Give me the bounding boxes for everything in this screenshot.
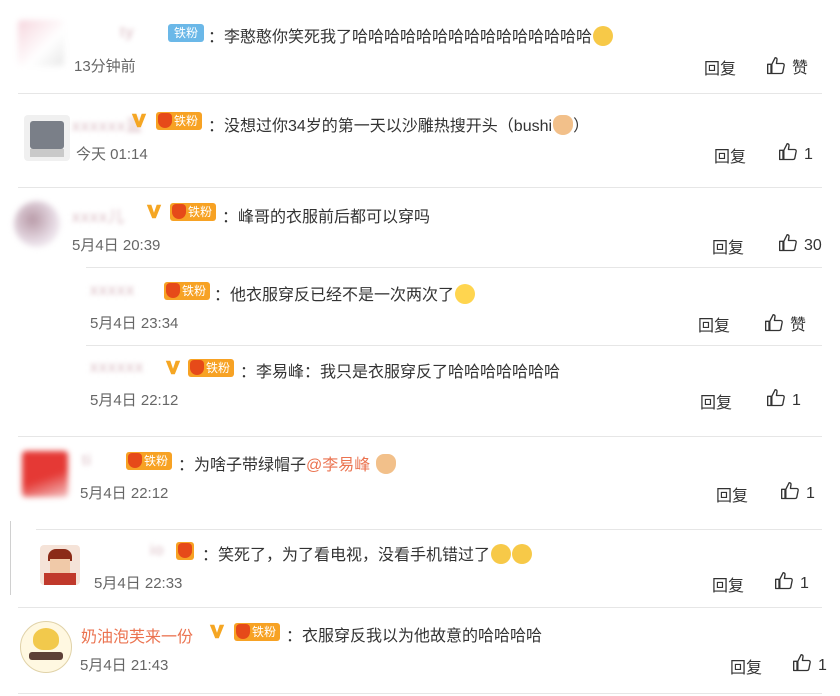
like-button[interactable]: 1 [774, 571, 809, 593]
username[interactable]: io [150, 542, 164, 560]
fan-badge: 铁粉 [126, 452, 173, 470]
username[interactable]: 奶油泡芙来一份 [81, 623, 193, 647]
fan-badge: 铁粉 [168, 24, 205, 42]
reply-button[interactable]: 回复 [716, 482, 748, 506]
v-badge-icon [209, 624, 225, 639]
reply-button[interactable]: 回复 [712, 572, 744, 596]
cat-emoji-icon [553, 115, 574, 135]
avatar[interactable] [20, 621, 72, 673]
like-count: 1 [804, 146, 813, 163]
divider [18, 93, 822, 94]
comment-text: ：李憨憨你笑死我了哈哈哈哈哈哈哈哈哈哈哈哈哈哈哈 [208, 23, 614, 47]
thumbs-up-icon [793, 654, 811, 672]
mention-link[interactable]: @李易峰 [306, 457, 370, 474]
comment-time: 5月4日 21:43 [80, 657, 169, 674]
thumbs-up-icon [781, 482, 799, 500]
comment-item: ty 铁粉 ：李憨憨你笑死我了哈哈哈哈哈哈哈哈哈哈哈哈哈哈哈 13分钟前 回复 … [0, 0, 840, 95]
reply-button[interactable]: 回复 [712, 234, 744, 258]
v-badge-icon [165, 360, 181, 375]
fan-badge: 铁粉 [156, 112, 203, 130]
comment-text: ：李易峰：我只是衣服穿反了哈哈哈哈哈哈哈 [240, 364, 561, 381]
like-count: 赞 [792, 60, 809, 77]
avatar[interactable] [22, 451, 68, 497]
comment-time: 5月4日 22:12 [80, 485, 169, 502]
like-count: 1 [806, 485, 815, 502]
comment-item: xxxx儿 铁粉 ：峰哥的衣服前后都可以穿吗 5月4日 20:39 回复 30 … [0, 187, 840, 437]
fan-badge: 铁粉 [164, 282, 211, 300]
comment-time: 13分钟前 [74, 58, 136, 75]
laugh-cry-emoji-icon [455, 284, 476, 304]
fan-badge: 铁粉 [234, 623, 281, 641]
like-count: 30 [804, 237, 822, 254]
reply-button[interactable]: 回复 [704, 55, 736, 79]
divider [86, 345, 822, 346]
username[interactable]: xxxxxx [90, 359, 144, 377]
like-button[interactable]: 赞 [766, 54, 808, 78]
v-badge-icon [146, 204, 162, 219]
comment-item: 奶油泡芙来一份 铁粉 ：衣服穿反我以为他故意的哈哈哈哈 5月4日 21:43 回… [0, 607, 840, 696]
like-count: 1 [818, 657, 827, 674]
like-button[interactable]: 1 [778, 142, 813, 164]
comment-time: 5月4日 22:12 [90, 392, 179, 409]
avatar[interactable] [14, 201, 60, 247]
comment-time: 今天 01:14 [76, 146, 148, 163]
avatar[interactable] [40, 545, 80, 585]
thumbs-up-icon [767, 389, 785, 407]
avatar[interactable] [24, 115, 70, 161]
like-count: 赞 [790, 317, 807, 334]
laugh-emoji-icon [593, 26, 614, 46]
comment-text: ：峰哥的衣服前后都可以穿吗 [222, 209, 431, 226]
crown-badge [176, 542, 194, 560]
comment-text: ：没想过你34岁的第一天以沙雕热搜开头（bushi） [208, 112, 589, 136]
divider [18, 693, 822, 694]
divider [86, 267, 822, 268]
comment-text: ：衣服穿反我以为他故意的哈哈哈哈 [286, 628, 543, 645]
comment-item: xxxxxx蓝 铁粉 ：没想过你34岁的第一天以沙雕热搜开头（bushi） 今天… [0, 95, 840, 188]
v-badge-icon [131, 113, 147, 128]
cat-emoji-icon [376, 454, 397, 474]
reply-button[interactable]: 回复 [714, 143, 746, 167]
reply-button[interactable]: 回复 [698, 312, 730, 336]
fan-badge: 铁粉 [170, 203, 217, 221]
thumbs-up-icon [765, 314, 783, 332]
reply-button[interactable]: 回复 [730, 654, 762, 678]
avatar[interactable] [18, 20, 64, 66]
reply-button[interactable]: 回复 [700, 389, 732, 413]
fan-badge: 铁粉 [188, 359, 235, 377]
like-button[interactable]: 30 [778, 233, 822, 255]
like-count: 1 [800, 575, 809, 592]
like-button[interactable]: 赞 [764, 311, 806, 335]
comment-time: 5月4日 20:39 [72, 237, 161, 254]
like-button[interactable]: 1 [780, 481, 815, 503]
like-button[interactable]: 1 [792, 653, 827, 675]
username[interactable]: xxxxx [90, 282, 135, 300]
username[interactable]: ty [120, 24, 134, 42]
comment-text: ：为啥子带绿帽子@李易峰 [178, 451, 397, 475]
comment-time: 5月4日 23:34 [90, 315, 179, 332]
comment-text: ：他衣服穿反已经不是一次两次了 [214, 281, 476, 305]
smile-emoji-icon [491, 544, 512, 564]
like-count: 1 [792, 392, 801, 409]
comment-text: ：笑死了，为了看电视，没看手机错过了 [202, 541, 533, 565]
comment-item: io ：笑死了，为了看电视，没看手机错过了 5月4日 22:33 回复 1 [0, 527, 840, 608]
username[interactable]: xxxx儿 [72, 203, 125, 227]
comment-time: 5月4日 22:33 [94, 575, 183, 592]
thumbs-up-icon [779, 143, 797, 161]
like-button[interactable]: 1 [766, 388, 801, 410]
thumbs-up-icon [779, 234, 797, 252]
comment-item: ti 铁粉 ：为啥子带绿帽子@李易峰 5月4日 22:12 回复 1 [0, 437, 840, 595]
username[interactable]: ti [82, 452, 92, 470]
thumbs-up-icon [767, 57, 785, 75]
thumbs-up-icon [775, 572, 793, 590]
smile-emoji-icon [512, 544, 533, 564]
